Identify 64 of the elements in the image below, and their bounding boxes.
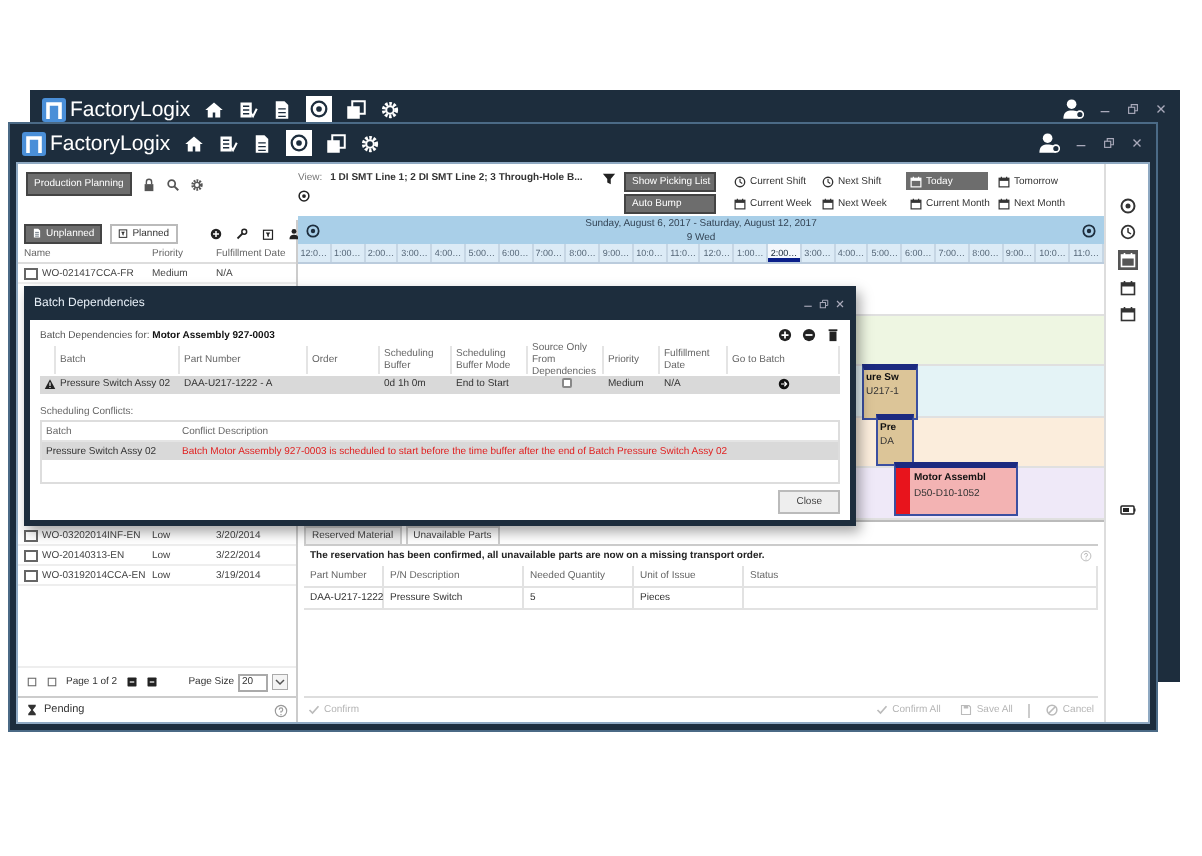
- settings-icon[interactable]: [189, 177, 204, 191]
- home-icon[interactable]: [204, 99, 225, 119]
- calendar-icon: [910, 175, 922, 187]
- add-icon[interactable]: [209, 227, 222, 239]
- calendar-icon: [822, 197, 834, 209]
- delete-icon[interactable]: [826, 328, 840, 342]
- calendar-icon: [998, 175, 1010, 187]
- calendar-icon[interactable]: [1119, 280, 1135, 296]
- lock-icon[interactable]: [141, 177, 156, 191]
- checklist-icon[interactable]: [238, 99, 259, 119]
- calendar-icon: [910, 197, 922, 209]
- app-title: FactoryLogix: [70, 97, 191, 121]
- go-to-icon[interactable]: [778, 377, 790, 390]
- filter-icon[interactable]: [602, 172, 616, 186]
- close-icon[interactable]: [834, 298, 846, 310]
- next-page-icon[interactable]: [125, 676, 138, 688]
- calendar-icon: [734, 197, 746, 209]
- hourglass-icon[interactable]: [26, 704, 38, 716]
- person-icon[interactable]: [287, 227, 300, 239]
- restore-icon[interactable]: [1102, 136, 1116, 150]
- last-page-icon[interactable]: [145, 676, 158, 688]
- row-checkbox[interactable]: [24, 529, 38, 541]
- home-icon[interactable]: [184, 133, 205, 153]
- document-icon[interactable]: [272, 99, 293, 119]
- previous-icon[interactable]: [306, 223, 320, 237]
- save-icon: [960, 704, 973, 716]
- app-logo: [42, 97, 66, 121]
- check-icon: [876, 704, 889, 716]
- next-icon[interactable]: [1082, 223, 1096, 237]
- app-logo: [22, 131, 46, 155]
- checklist-icon[interactable]: [218, 133, 239, 153]
- first-page-icon[interactable]: [26, 676, 38, 688]
- restore-icon[interactable]: [818, 298, 830, 310]
- row-checkbox[interactable]: [24, 549, 38, 561]
- row-checkbox[interactable]: [24, 569, 38, 581]
- help-icon[interactable]: [274, 703, 288, 717]
- cancel-icon: [1046, 704, 1059, 716]
- user-settings-icon[interactable]: [1038, 132, 1060, 154]
- calendar-icon: [998, 197, 1010, 209]
- search-icon[interactable]: [165, 177, 180, 191]
- calendar-icon[interactable]: [1119, 306, 1135, 322]
- document-icon[interactable]: [252, 133, 273, 153]
- user-settings-icon[interactable]: [1062, 98, 1084, 120]
- clock-icon: [734, 175, 746, 187]
- target-icon[interactable]: [298, 190, 310, 202]
- app-title: FactoryLogix: [50, 131, 171, 155]
- dropdown-icon[interactable]: [272, 674, 288, 690]
- windows-icon[interactable]: [346, 99, 367, 119]
- previous-page-icon[interactable]: [46, 676, 58, 688]
- windows-icon[interactable]: [326, 133, 347, 153]
- row-checkbox[interactable]: [24, 267, 38, 279]
- add-icon[interactable]: [778, 328, 792, 342]
- wrench-icon[interactable]: [235, 227, 248, 239]
- document-icon: [32, 228, 42, 238]
- battery-icon[interactable]: [1119, 502, 1135, 518]
- close-icon[interactable]: [1130, 136, 1144, 150]
- remove-icon[interactable]: [802, 328, 816, 342]
- clock-icon[interactable]: [1119, 224, 1135, 240]
- check-icon: [308, 704, 320, 716]
- restore-icon[interactable]: [1126, 102, 1140, 116]
- close-icon[interactable]: [1154, 102, 1168, 116]
- checkbox[interactable]: [561, 377, 571, 388]
- target-icon[interactable]: [1119, 198, 1135, 214]
- clock-icon: [822, 175, 834, 187]
